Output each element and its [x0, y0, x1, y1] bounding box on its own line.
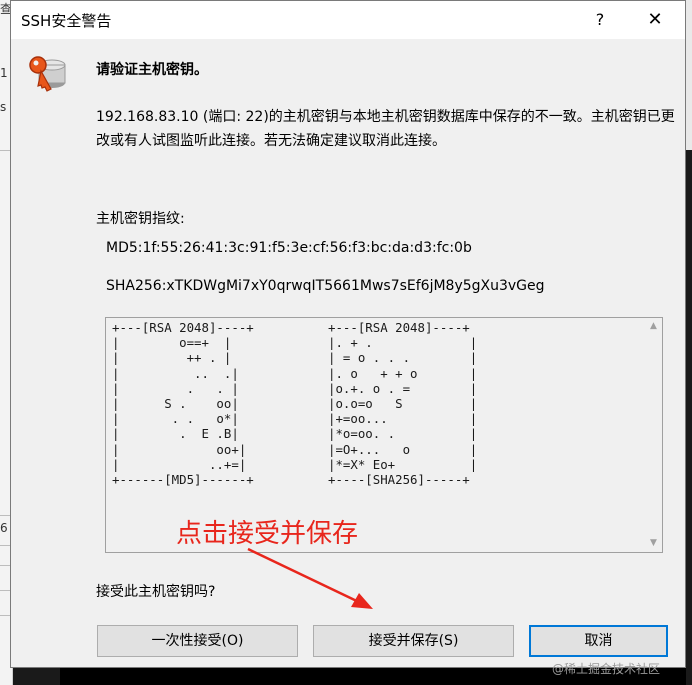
key-warning-icon — [29, 56, 66, 92]
md5-randomart: +---[RSA 2048]----+ | o==+ | | ++ . | | … — [112, 320, 254, 488]
fingerprint-label: 主机密钥指纹: — [96, 211, 185, 227]
background-text-fragment: 1 — [0, 66, 8, 80]
dialog-title: SSH安全警告 — [21, 12, 112, 30]
accept-question: 接受此主机密钥吗? — [96, 584, 216, 600]
warning-message: 192.168.83.10 (端口: 22)的主机密钥与本地主机密钥数据库中保存… — [96, 109, 675, 149]
scroll-up-icon[interactable]: ▲ — [645, 318, 662, 335]
accept-once-button[interactable]: 一次性接受(O) — [97, 625, 298, 657]
vertical-scrollbar[interactable]: ▲ ▼ — [645, 318, 662, 552]
annotation-text: 点击接受并保存 — [176, 519, 359, 549]
title-bar: SSH安全警告 ? ✕ — [11, 1, 685, 39]
cancel-button[interactable]: 取消 — [529, 625, 668, 657]
close-button[interactable]: ✕ — [641, 8, 669, 32]
accept-and-save-button[interactable]: 接受并保存(S) — [313, 625, 514, 657]
ssh-security-warning-dialog: SSH安全警告 ? ✕ 请验证主机密钥。 192.168.83.10 (端口: … — [10, 0, 686, 668]
background-text-fragment: s — [0, 100, 7, 114]
scroll-down-icon[interactable]: ▼ — [645, 535, 662, 552]
background-dark-area — [686, 150, 692, 685]
help-button[interactable]: ? — [587, 8, 613, 32]
background-window-right — [686, 0, 692, 685]
md5-fingerprint: MD5:1f:55:26:41:3c:91:f5:3e:cf:56:f3:bc:… — [106, 240, 472, 256]
watermark: @稀土掘金技术社区 — [552, 662, 661, 676]
background-text-fragment: 6 — [0, 521, 8, 535]
dialog-heading: 请验证主机密钥。 — [96, 62, 208, 78]
sha256-randomart: +---[RSA 2048]----+ |. + . | | = o . . .… — [328, 320, 478, 488]
sha256-fingerprint: SHA256:xTKDWgMi7xY0qrwqIT5661Mws7sEf6jM8… — [106, 278, 545, 294]
